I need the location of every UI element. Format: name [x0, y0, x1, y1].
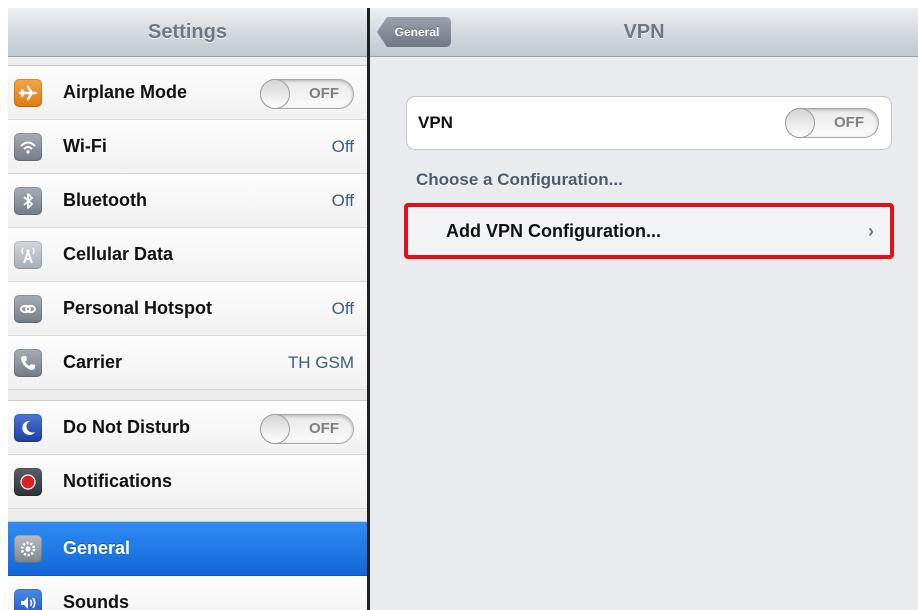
sidebar-item-bluetooth[interactable]: Bluetooth Off [8, 174, 367, 228]
sidebar-item-label: Notifications [63, 471, 173, 491]
add-vpn-configuration-label: Add VPN Configuration... [446, 221, 661, 241]
sidebar-item-general[interactable]: General [8, 522, 367, 576]
toggle-state-text: OFF [309, 420, 339, 437]
phone-icon [14, 349, 42, 377]
carrier-value: TH GSM [287, 353, 354, 372]
toggle-knob [260, 79, 290, 109]
vpn-title: VPN [623, 21, 665, 43]
sidebar-item-label: Airplane Mode [63, 82, 188, 102]
sidebar-item-label: Bluetooth [63, 190, 147, 210]
toggle-state-text: OFF [309, 85, 339, 102]
bluetooth-icon [14, 187, 42, 215]
vpn-toggle-row[interactable]: VPN OFF [406, 96, 892, 150]
wifi-status-value: Off [331, 137, 354, 156]
wifi-icon [14, 133, 42, 161]
moon-icon [14, 414, 42, 442]
gear-icon [14, 535, 42, 563]
group-gap [8, 57, 367, 66]
sidebar-item-label: Sounds [63, 592, 129, 610]
sidebar-item-cellular-data[interactable]: Cellular Data [8, 228, 367, 282]
airplane-icon [14, 79, 42, 107]
sidebar-item-label: Cellular Data [63, 244, 174, 264]
vpn-toggle[interactable]: OFF [785, 108, 879, 138]
choose-configuration-header: Choose a Configuration... [416, 170, 623, 189]
vpn-detail-pane: General VPN VPN OFF Choose a Configurati… [370, 8, 918, 610]
settings-navbar: Settings [8, 8, 367, 57]
notifications-icon [14, 468, 42, 496]
hotspot-chain-icon [14, 295, 42, 323]
group-gap [8, 509, 367, 522]
sidebar-item-label: Wi-Fi [63, 136, 107, 156]
airplane-mode-toggle[interactable]: OFF [260, 79, 354, 109]
settings-sidebar: Settings Airplane Mode OFF Wi-Fi Off Blu… [8, 8, 367, 610]
add-vpn-configuration-button[interactable]: Add VPN Configuration... › [404, 203, 894, 259]
vpn-toggle-label: VPN [418, 113, 453, 132]
vpn-navbar: General VPN [370, 8, 918, 57]
sidebar-item-label: Carrier [63, 352, 123, 372]
sidebar-item-personal-hotspot[interactable]: Personal Hotspot Off [8, 282, 367, 336]
hotspot-status-value: Off [331, 299, 354, 318]
sidebar-item-label: Do Not Disturb [63, 417, 190, 437]
settings-title: Settings [148, 21, 227, 43]
do-not-disturb-toggle[interactable]: OFF [260, 414, 354, 444]
toggle-knob [785, 108, 815, 138]
sidebar-item-label: Personal Hotspot [63, 298, 213, 318]
sidebar-item-do-not-disturb[interactable]: Do Not Disturb OFF [8, 401, 367, 455]
antenna-icon [14, 241, 42, 269]
bluetooth-status-value: Off [331, 191, 354, 210]
speaker-icon [14, 589, 42, 610]
group-gap [8, 390, 367, 401]
sidebar-item-label: General [63, 538, 131, 558]
sidebar-item-notifications[interactable]: Notifications [8, 455, 367, 509]
sidebar-item-wifi[interactable]: Wi-Fi Off [8, 120, 367, 174]
sidebar-item-sounds[interactable]: Sounds [8, 576, 367, 610]
toggle-state-text: OFF [834, 114, 864, 131]
chevron-right-icon: › [868, 221, 874, 241]
sidebar-item-carrier[interactable]: Carrier TH GSM [8, 336, 367, 390]
sidebar-item-airplane-mode[interactable]: Airplane Mode OFF [8, 66, 367, 120]
toggle-knob [260, 414, 290, 444]
